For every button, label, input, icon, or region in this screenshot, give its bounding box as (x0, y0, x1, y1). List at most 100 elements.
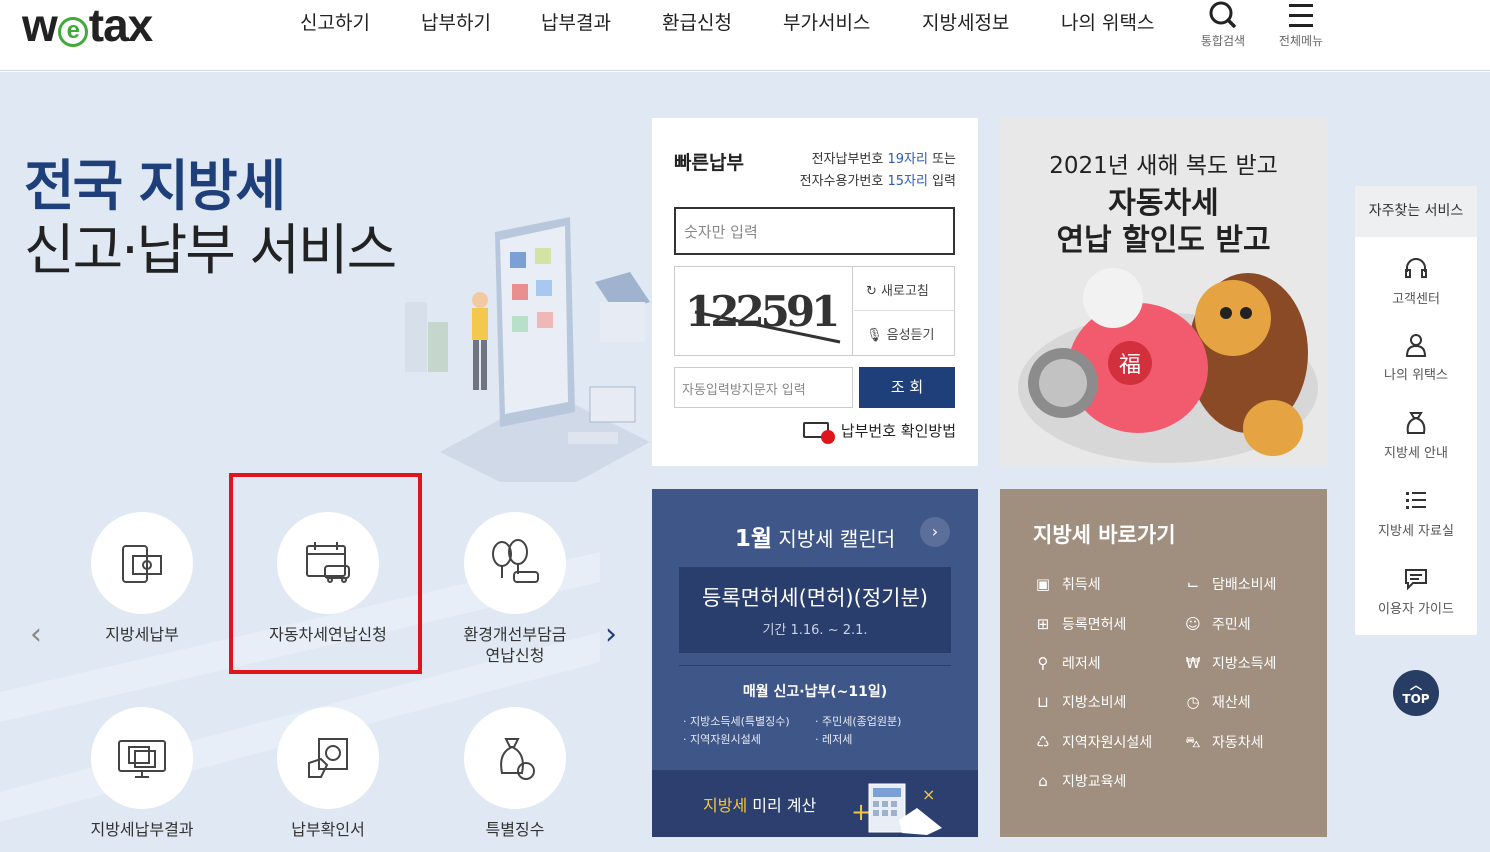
calendar-next-button[interactable]: › (920, 517, 950, 547)
sidebar-item-user-guide[interactable]: 이용자 가이드 (1355, 566, 1477, 617)
service-payment-certificate[interactable]: 납부확인서 (238, 707, 418, 840)
carousel-prev-button[interactable]: ‹ (30, 617, 42, 652)
chevron-up-icon: ︿ (1409, 678, 1422, 692)
service-local-tax-payment-result[interactable]: 지방세납부결과 (52, 707, 232, 840)
wetax-logo[interactable]: w e tax (22, 2, 153, 48)
service-label: 지방세납부 (105, 625, 179, 644)
promo-line3: 연납 할인도 받고 (1056, 223, 1271, 258)
shortcut-vehicle-tax[interactable]: ⛍ 자동차세 (1183, 731, 1263, 753)
car-icon: ⛍ (1185, 733, 1201, 751)
service-icon-circle (277, 707, 379, 809)
monitor-documents-icon (118, 740, 166, 778)
service-special-collection[interactable]: 특별징수 (425, 707, 605, 840)
service-label: 특별징수 (485, 820, 545, 839)
nav-local-tax-info[interactable]: 지방세정보 (922, 10, 1009, 36)
refresh-icon: ↻ (866, 284, 882, 299)
tax-precalculation-link[interactable]: 지방세 미리 계산 + × (652, 770, 978, 837)
quick-pay-description: 전자납부번호 19자리 또는 전자수용가번호 15자리 입력 (799, 152, 956, 189)
promo-line1: 2021년 새해 복도 받고 (1049, 153, 1278, 179)
calendar-divider (679, 665, 951, 666)
plus-box-icon: ⊞ (1036, 615, 1050, 633)
service-label: 환경개선부담금연납신청 (425, 624, 605, 666)
bicycle-icon: ⚲ (1037, 654, 1049, 672)
service-icon-circle (91, 512, 193, 614)
fortune-badge: 福 (1119, 353, 1141, 378)
scroll-top-button[interactable]: ︿ TOP (1393, 670, 1439, 716)
service-label-line: 연납신청 (485, 646, 545, 665)
search-button[interactable]: 통합검색 (1193, 0, 1253, 49)
service-icon-circle (91, 707, 193, 809)
shortcut-registration-tax[interactable]: ⊞ 등록면허세 (1033, 613, 1127, 635)
shortcut-tobacco-tax[interactable]: ⌙ 담배소비세 (1183, 573, 1277, 595)
service-local-tax-payment[interactable]: 지방세납부 (52, 512, 232, 645)
promo-banner[interactable]: 2021년 새해 복도 받고 자동차세 연납 할인도 받고 福 (1000, 118, 1327, 466)
nav-my-wetax[interactable]: 나의 위택스 (1061, 10, 1154, 36)
shortcut-resident-tax[interactable]: ☺ 주민세 (1183, 613, 1250, 635)
captcha-audio-button[interactable]: 🎙 음성듣기 (854, 311, 955, 355)
calendar-featured-tax[interactable]: 등록면허세(면허)(정기분) 기간 1.16. ~ 2.1. (679, 567, 951, 653)
service-icon-circle (464, 707, 566, 809)
frequent-services-sidebar: 자주찾는 서비스 고객센터 나의 위택스 지방세 안내 지방세 자료실 이용자 … (1355, 186, 1477, 635)
sidebar-title: 자주찾는 서비스 (1355, 186, 1477, 237)
carousel-next-button[interactable]: › (605, 617, 617, 652)
sidebar-item-my-wetax[interactable]: 나의 위택스 (1355, 332, 1477, 383)
service-icon-circle (464, 512, 566, 614)
all-menu-label: 전체메뉴 (1278, 34, 1324, 48)
shortcut-local-consumption-tax[interactable]: ⊔ 지방소비세 (1033, 691, 1126, 713)
nav-pay-result[interactable]: 납부결과 (541, 10, 611, 36)
nav-report[interactable]: 신고하기 (300, 10, 370, 36)
hand-certificate-icon (308, 738, 348, 778)
calendar-tax-name: 등록면허세(면허)(정기분) (702, 586, 928, 610)
money-bag-won-icon (500, 738, 535, 780)
calculator-icon: + × (851, 783, 942, 835)
hamburger-icon (1289, 4, 1313, 27)
hero-illustration (405, 217, 650, 482)
sidebar-item-local-tax-archive[interactable]: 지방세 자료실 (1355, 488, 1477, 539)
captcha-refresh-button[interactable]: ↻ 새로고침 (854, 267, 955, 311)
shortcut-leisure-tax[interactable]: ⚲ 레저세 (1033, 652, 1101, 674)
quick-pay-title: 빠른납부 (674, 152, 744, 174)
service-label: 납부확인서 (291, 820, 365, 839)
clock-icon: ◷ (1186, 693, 1200, 711)
calendar-item: · 지역자원시설세 (683, 733, 761, 746)
shortcut-local-income-tax[interactable]: ₩ 지방소득세 (1183, 652, 1277, 674)
shortcut-education-tax[interactable]: ⌂ 지방교육세 (1033, 770, 1126, 792)
captcha-strike (694, 310, 841, 344)
captcha-input[interactable]: 자동입력방지문자 입력 (674, 367, 853, 408)
acquisition-icon: ▣ (1035, 575, 1051, 593)
captcha-image: 122591 (675, 267, 853, 355)
chat-icon (1405, 569, 1427, 591)
microphone-icon: 🎙 (866, 328, 887, 343)
local-tax-shortcut-panel: 지방세 바로가기 ▣ 취득세 ⌙ 담배소비세 ⊞ 등록면허세 ☺ 주민세 ⚲ 레저세 ₩ 지… (1000, 489, 1327, 837)
service-environment-charge-annual-payment[interactable]: 환경개선부담금연납신청 (425, 512, 605, 666)
service-label-line: 환경개선부담금 (463, 625, 567, 644)
nav-pay[interactable]: 납부하기 (421, 10, 491, 36)
shortcut-acquisition-tax[interactable]: ▣ 취득세 (1033, 573, 1101, 595)
tree-car-icon (492, 539, 539, 583)
tax-calendar-panel: 1월 지방세 캘린더 › 등록면허세(면허)(정기분) 기간 1.16. ~ 2… (652, 489, 978, 837)
shortcut-regional-resource-tax[interactable]: ♺ 지역자원시설세 (1033, 731, 1152, 753)
nav-refund[interactable]: 환급신청 (662, 10, 732, 36)
graduation-cap-icon: ⌂ (1038, 772, 1048, 790)
search-icon (1209, 1, 1237, 29)
sidebar-item-customer-center[interactable]: 고객센터 (1355, 256, 1477, 307)
lookup-button[interactable]: 조 회 (859, 367, 955, 408)
recycle-icon: ♺ (1036, 733, 1050, 751)
calendar-item: · 레저세 (815, 733, 853, 746)
nav-extra-service[interactable]: 부가서비스 (783, 10, 870, 36)
captcha-box: 122591 ↻ 새로고침 🎙 음성듣기 (674, 266, 955, 356)
all-menu-button[interactable]: 전체메뉴 (1271, 0, 1331, 49)
calendar-item: · 주민세(종업원분) (815, 715, 902, 728)
mobile-payment-icon (122, 545, 162, 583)
cart-icon: ⊔ (1037, 693, 1049, 711)
payment-number-input[interactable]: 숫자만 입력 (674, 207, 955, 255)
shortcut-property-tax[interactable]: ◷ 재산세 (1183, 691, 1250, 713)
person-icon: ☺ (1185, 615, 1201, 633)
sidebar-item-local-tax-guide[interactable]: 지방세 안내 (1355, 410, 1477, 461)
payment-number-help-link[interactable]: 납부번호 확인방법 (802, 420, 956, 444)
svg-text:×: × (922, 785, 935, 804)
calendar-item: · 지방소득세(특별징수) (683, 715, 790, 728)
calendar-monthly-heading: 매월 신고·납부(~11일) (742, 684, 888, 700)
person-icon (1405, 334, 1427, 357)
hero-title-line2: 신고·납부 서비스 (24, 218, 397, 282)
